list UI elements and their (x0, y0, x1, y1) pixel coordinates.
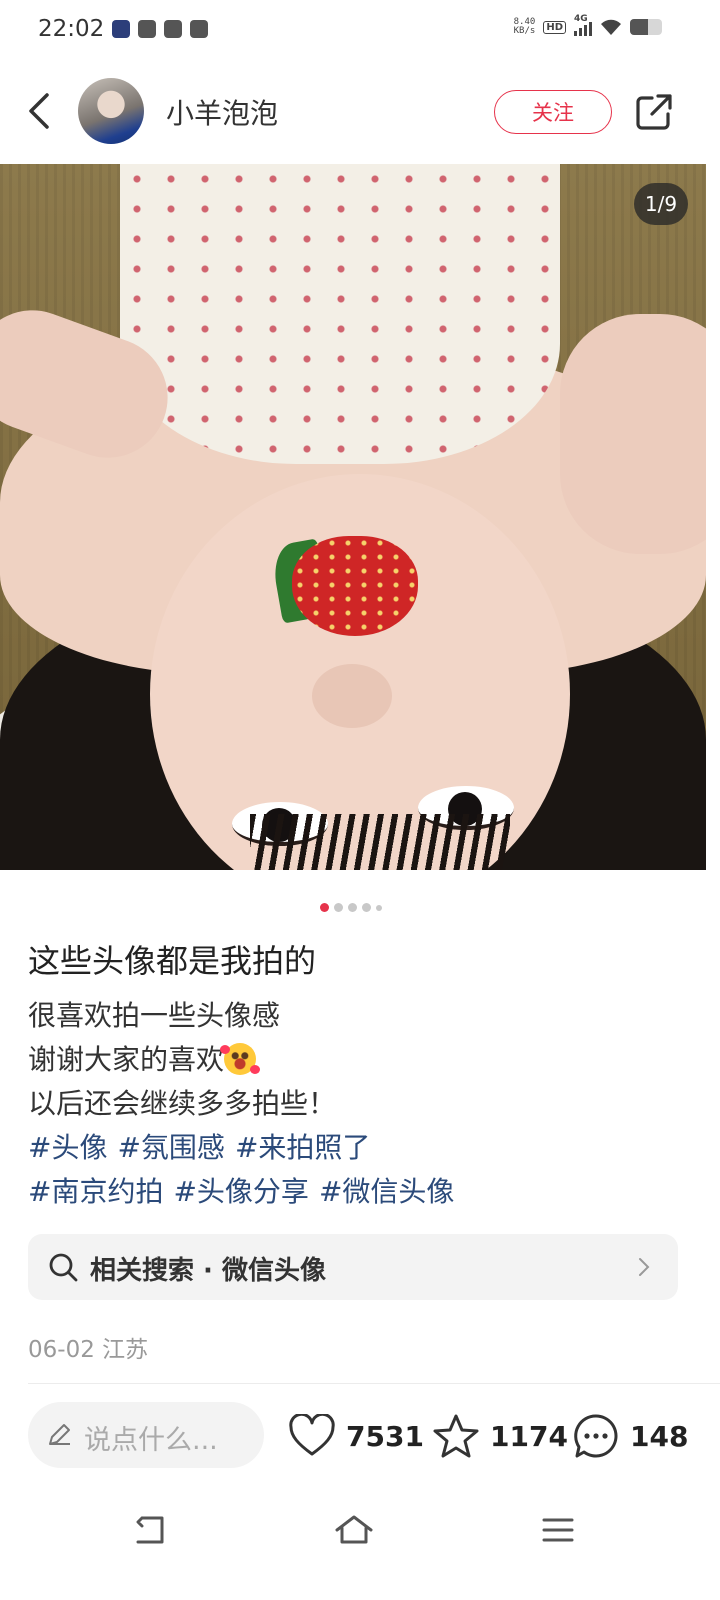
page-indicator: 1/9 (634, 183, 688, 225)
carousel-dot (376, 904, 382, 911)
net-speed: 8.40 KB/s (513, 17, 536, 36)
related-search[interactable]: 相关搜索 · 微信头像 (28, 1234, 678, 1300)
chevron-left-icon (29, 93, 49, 129)
chevron-right-icon (639, 1258, 650, 1276)
battery-fill (630, 19, 648, 35)
nav-home-button[interactable] (334, 1512, 374, 1548)
carousel-dots (320, 903, 382, 912)
avatar[interactable] (78, 78, 144, 144)
heart-icon (289, 1414, 335, 1456)
post-date-location: 06-02 江苏 (28, 1337, 149, 1363)
menu-icon (542, 1518, 574, 1542)
favorite-count: 1174 (490, 1419, 568, 1453)
username[interactable]: 小羊泡泡 (166, 92, 278, 132)
search-icon (49, 1253, 78, 1282)
app-notification-icon (112, 20, 130, 38)
hashtag[interactable]: #氛围感 (117, 1131, 224, 1164)
post-body: 很喜欢拍一些头像感 谢谢大家的喜欢 以后还会继续多多拍些！ #头像 #氛围感 #来拍… (28, 994, 464, 1214)
return-icon (136, 1516, 164, 1544)
home-icon (335, 1515, 373, 1544)
mail-notification-icon (138, 20, 156, 38)
app-square-icon (190, 20, 208, 38)
wifi-icon (600, 18, 622, 36)
status-bar: 22:02 8.40 KB/s HD 4G (0, 0, 720, 62)
follow-button[interactable]: 关注 (494, 90, 612, 134)
hd-badge: HD (543, 20, 566, 34)
carousel-dot (348, 903, 357, 912)
hashtag[interactable]: #南京约拍 (28, 1175, 163, 1208)
notification-icons (112, 20, 208, 38)
share-icon (636, 94, 672, 130)
post-image[interactable] (0, 164, 706, 870)
hashtag[interactable]: #头像 (28, 1131, 107, 1164)
link-notification-icon (164, 20, 182, 38)
divider (28, 1383, 720, 1384)
status-time: 22:02 (38, 16, 105, 42)
related-search-label: 相关搜索 · 微信头像 (90, 1256, 326, 1286)
carousel-dot (362, 903, 371, 912)
signal-icon: 4G (574, 14, 592, 36)
smiling-hearts-emoji-icon (220, 1043, 261, 1075)
status-right: 8.40 KB/s HD 4G (513, 14, 662, 36)
like-count: 7531 (346, 1419, 424, 1453)
favorite-button[interactable]: 1174 (432, 1410, 568, 1462)
post-title: 这些头像都是我拍的 (28, 942, 317, 980)
nav-back-button[interactable] (132, 1512, 172, 1548)
nav-menu-button[interactable] (538, 1512, 578, 1548)
tags-row: #头像 #氛围感 #来拍照了 (28, 1126, 464, 1170)
comment-button[interactable]: 148 (572, 1410, 688, 1462)
body-line: 以后还会继续多多拍些！ (28, 1087, 337, 1120)
post-header: 小羊泡泡 关注 (0, 62, 720, 164)
comment-count: 148 (630, 1419, 689, 1453)
battery-icon (630, 19, 662, 35)
star-icon (433, 1414, 479, 1458)
hashtag[interactable]: #头像分享 (173, 1175, 308, 1208)
comment-icon (574, 1414, 618, 1458)
back-button[interactable] (22, 90, 56, 132)
body-line: 很喜欢拍一些头像感 (28, 999, 281, 1032)
like-button[interactable]: 7531 (288, 1410, 424, 1462)
comment-placeholder: 说点什么... (84, 1425, 218, 1456)
system-nav-bar (0, 1490, 720, 1600)
carousel-dot (334, 903, 343, 912)
comment-input[interactable]: 说点什么... (28, 1402, 264, 1468)
carousel-dot (320, 903, 329, 912)
pen-icon (49, 1424, 70, 1445)
share-button[interactable] (634, 92, 674, 132)
body-line-with-emoji: 谢谢大家的喜欢 (28, 1038, 464, 1082)
hashtag[interactable]: #来拍照了 (235, 1131, 370, 1164)
hashtag[interactable]: #微信头像 (319, 1175, 454, 1208)
tags-row: #南京约拍 #头像分享 #微信头像 (28, 1170, 464, 1214)
